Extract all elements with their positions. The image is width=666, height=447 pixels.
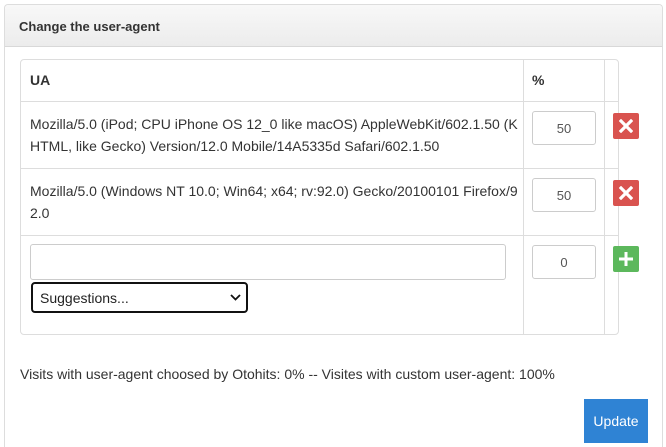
user-agent-table: UA % Mozilla/5.0 (iPod; CPU iPhone OS 12… [20, 59, 639, 335]
close-icon [619, 186, 633, 200]
close-icon [619, 119, 633, 133]
usage-stats-text: Visits with user-agent choosed by Otohit… [20, 366, 555, 382]
new-user-agent-input[interactable] [30, 244, 506, 280]
add-row-button[interactable] [613, 246, 639, 272]
row-divider [21, 101, 618, 102]
plus-icon [619, 252, 633, 266]
ua-column-header: UA [30, 72, 51, 88]
suggestions-selected-value: Suggestions... [40, 289, 129, 306]
suggestions-select[interactable]: Suggestions... [31, 282, 248, 313]
percent-input[interactable] [532, 111, 596, 145]
row-divider [21, 235, 618, 236]
update-button[interactable]: Update [584, 399, 648, 443]
percent-column-header: % [532, 72, 545, 88]
panel-heading: Change the user-agent [5, 5, 662, 47]
delete-row-button[interactable] [613, 180, 639, 206]
new-percent-input[interactable] [532, 245, 596, 279]
chevron-down-icon [224, 294, 246, 301]
user-agent-string: Mozilla/5.0 (Windows NT 10.0; Win64; x64… [30, 183, 518, 221]
user-agent-string: Mozilla/5.0 (iPod; CPU iPhone OS 12_0 li… [30, 116, 518, 154]
percent-input[interactable] [532, 178, 596, 212]
delete-row-button[interactable] [613, 113, 639, 139]
panel-title: Change the user-agent [19, 19, 160, 34]
row-divider [21, 168, 618, 169]
